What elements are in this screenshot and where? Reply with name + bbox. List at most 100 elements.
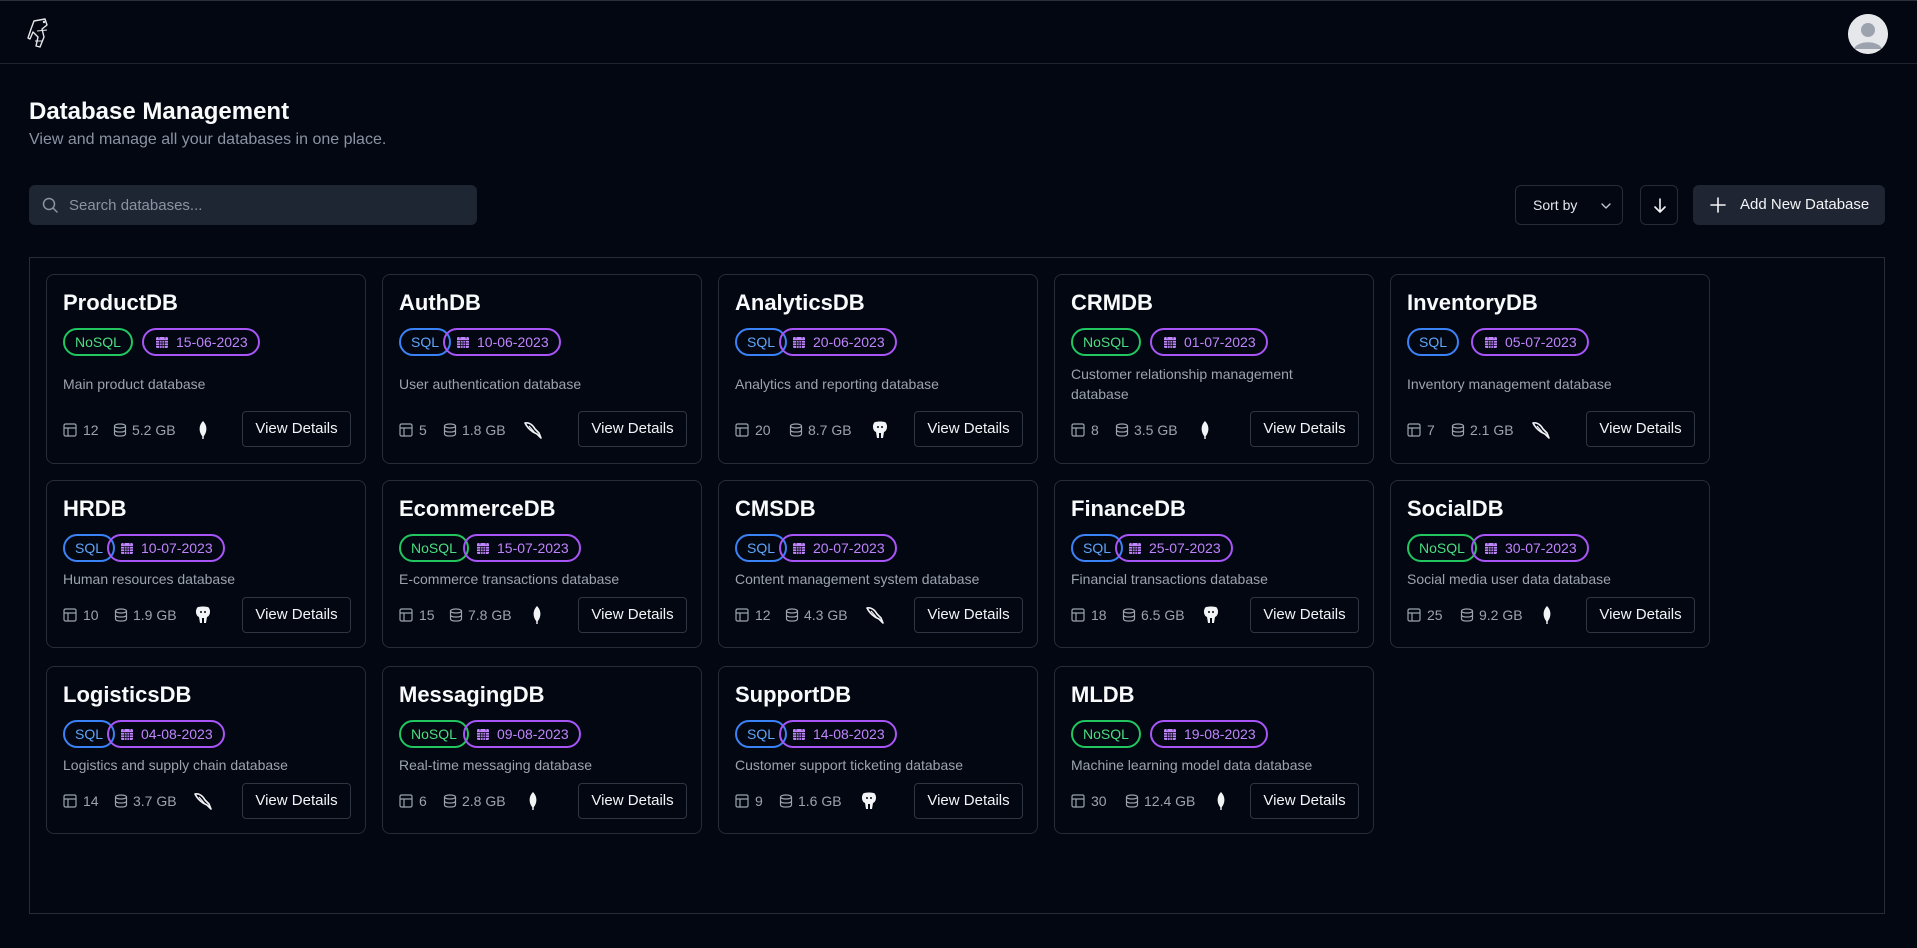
page-subtitle: View and manage all your databases in on… bbox=[29, 131, 387, 148]
database-card: EcommerceDB NoSQL 15-07-2023 E-commerce … bbox=[382, 480, 702, 648]
table-icon bbox=[1071, 608, 1085, 622]
date-text: 19-08-2023 bbox=[1184, 726, 1256, 742]
database-name: SupportDB bbox=[735, 682, 852, 707]
view-details-button[interactable]: View Details bbox=[914, 783, 1023, 819]
view-details-button[interactable]: View Details bbox=[1586, 411, 1695, 447]
database-description: Financial transactions database bbox=[1071, 571, 1268, 587]
sort-by-label: Sort by bbox=[1533, 197, 1578, 213]
date-badge: 04-08-2023 bbox=[107, 720, 225, 748]
view-details-button[interactable]: View Details bbox=[578, 783, 687, 819]
table-count: 10 bbox=[83, 607, 99, 623]
add-new-database-label: Add New Database bbox=[1740, 196, 1870, 213]
date-badge: 14-08-2023 bbox=[779, 720, 897, 748]
database-name: LogisticsDB bbox=[63, 682, 192, 707]
view-details-button[interactable]: View Details bbox=[578, 597, 687, 633]
database-size: 1.6 GB bbox=[798, 793, 842, 809]
calendar-icon bbox=[1129, 542, 1141, 554]
database-card: CMSDB SQL 20-07-2023 Content management … bbox=[718, 480, 1038, 648]
sort-direction-button[interactable] bbox=[1640, 185, 1678, 225]
view-details-button[interactable]: View Details bbox=[578, 411, 687, 447]
view-details-button[interactable]: View Details bbox=[914, 597, 1023, 633]
table-count: 25 bbox=[1427, 607, 1443, 623]
date-text: 09-08-2023 bbox=[497, 726, 569, 742]
user-avatar-icon[interactable] bbox=[1848, 14, 1888, 54]
database-meta: 14 3.7 GB bbox=[63, 791, 213, 811]
database-icon bbox=[789, 423, 803, 437]
top-navigation-bar bbox=[0, 0, 1917, 64]
database-card: MessagingDB NoSQL 09-08-2023 Real-time m… bbox=[382, 666, 702, 834]
flask-logo-icon[interactable] bbox=[25, 17, 55, 51]
database-name: AnalyticsDB bbox=[735, 290, 865, 315]
mongodb-icon bbox=[199, 421, 207, 439]
table-count: 12 bbox=[755, 607, 771, 623]
database-icon bbox=[443, 423, 457, 437]
date-badge: 20-07-2023 bbox=[779, 534, 897, 562]
calendar-icon bbox=[793, 542, 805, 554]
database-size: 3.7 GB bbox=[133, 793, 177, 809]
database-name: AuthDB bbox=[399, 290, 481, 315]
database-meta: 10 1.9 GB bbox=[63, 605, 213, 625]
database-card: LogisticsDB SQL 04-08-2023 Logistics and… bbox=[46, 666, 366, 834]
date-badge: 25-07-2023 bbox=[1115, 534, 1233, 562]
database-card: CRMDB NoSQL 01-07-2023 Customer relation… bbox=[1054, 274, 1374, 464]
date-text: 14-08-2023 bbox=[813, 726, 885, 742]
database-icon bbox=[1125, 794, 1139, 808]
database-card: HRDB SQL 10-07-2023 Human resources data… bbox=[46, 480, 366, 648]
database-icon bbox=[113, 423, 127, 437]
calendar-icon bbox=[1164, 728, 1176, 740]
database-name: SocialDB bbox=[1407, 496, 1504, 521]
table-icon bbox=[399, 794, 413, 808]
date-text: 10-07-2023 bbox=[141, 540, 213, 556]
date-text: 15-06-2023 bbox=[176, 334, 248, 350]
database-name: MessagingDB bbox=[399, 682, 545, 707]
database-card: AnalyticsDB SQL 20-06-2023 Analytics and… bbox=[718, 274, 1038, 464]
table-count: 20 bbox=[755, 422, 771, 438]
type-badge: NoSQL bbox=[63, 328, 133, 356]
database-card: AuthDB SQL 10-06-2023 User authenticatio… bbox=[382, 274, 702, 464]
view-details-button[interactable]: View Details bbox=[242, 783, 351, 819]
database-meta: 5 1.8 GB bbox=[399, 420, 549, 440]
date-text: 30-07-2023 bbox=[1505, 540, 1577, 556]
calendar-icon bbox=[156, 336, 168, 348]
database-description: Real-time messaging database bbox=[399, 757, 592, 773]
calendar-icon bbox=[793, 336, 805, 348]
type-badge: NoSQL bbox=[1071, 720, 1141, 748]
database-name: EcommerceDB bbox=[399, 496, 556, 521]
type-badge: SQL bbox=[1407, 328, 1460, 356]
view-details-button[interactable]: View Details bbox=[1250, 597, 1359, 633]
view-details-button[interactable]: View Details bbox=[914, 411, 1023, 447]
postgresql-icon bbox=[872, 421, 888, 438]
date-text: 25-07-2023 bbox=[1149, 540, 1221, 556]
table-icon bbox=[735, 794, 749, 808]
sort-by-dropdown[interactable]: Sort by bbox=[1515, 185, 1623, 225]
database-size: 1.9 GB bbox=[133, 607, 177, 623]
search-input[interactable] bbox=[69, 185, 469, 225]
table-icon bbox=[1407, 423, 1421, 437]
type-badge: NoSQL bbox=[1407, 534, 1477, 562]
database-size: 8.7 GB bbox=[808, 422, 852, 438]
database-card: InventoryDB SQL 05-07-2023 Inventory man… bbox=[1390, 274, 1710, 464]
database-description: Customer relationship management databas… bbox=[1071, 366, 1293, 402]
database-name: FinanceDB bbox=[1071, 496, 1186, 521]
date-text: 10-06-2023 bbox=[477, 334, 549, 350]
date-badge: 09-08-2023 bbox=[463, 720, 581, 748]
table-icon bbox=[735, 423, 749, 437]
database-size: 6.5 GB bbox=[1141, 607, 1185, 623]
view-details-button[interactable]: View Details bbox=[1250, 411, 1359, 447]
database-name: HRDB bbox=[63, 496, 127, 521]
view-details-button[interactable]: View Details bbox=[1586, 597, 1695, 633]
add-new-database-button[interactable]: Add New Database bbox=[1693, 185, 1885, 225]
date-text: 01-07-2023 bbox=[1184, 334, 1256, 350]
date-text: 04-08-2023 bbox=[141, 726, 213, 742]
table-icon bbox=[735, 608, 749, 622]
type-badge: NoSQL bbox=[399, 720, 469, 748]
database-card: MLDB NoSQL 19-08-2023 Machine learning m… bbox=[1054, 666, 1374, 834]
table-count: 5 bbox=[419, 422, 427, 438]
database-icon bbox=[114, 794, 128, 808]
table-count: 18 bbox=[1091, 607, 1107, 623]
view-details-button[interactable]: View Details bbox=[1250, 783, 1359, 819]
calendar-icon bbox=[477, 542, 489, 554]
view-details-button[interactable]: View Details bbox=[242, 597, 351, 633]
calendar-icon bbox=[121, 542, 133, 554]
view-details-button[interactable]: View Details bbox=[242, 411, 351, 447]
